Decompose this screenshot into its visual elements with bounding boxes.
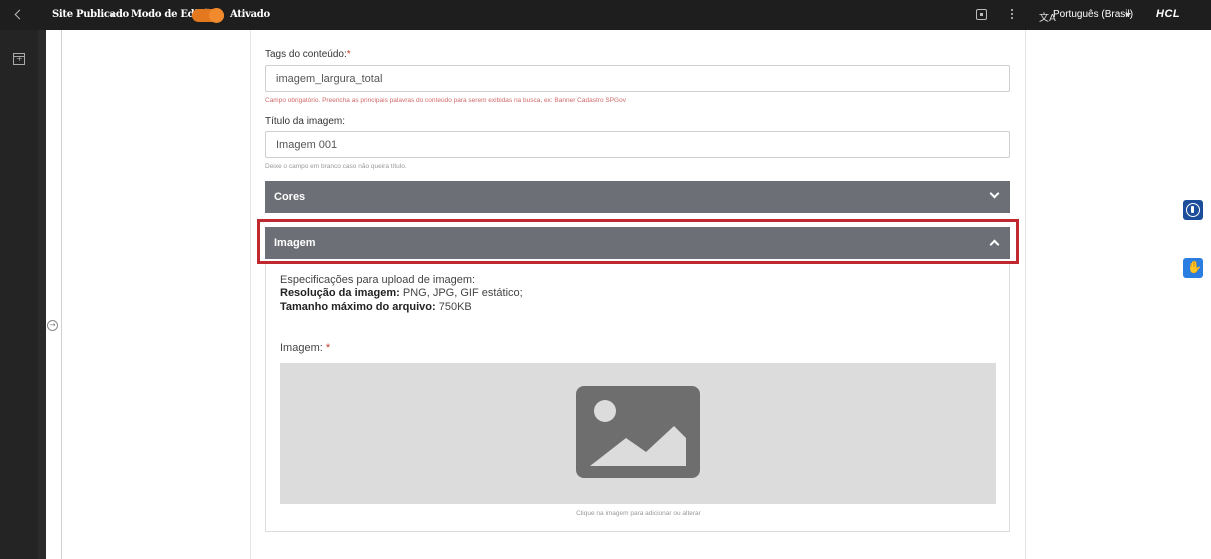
image-panel: Especificações para upload de imagem: Re… (265, 264, 1010, 532)
image-title-label: Título da imagem: (265, 116, 346, 127)
upload-hint: Clique na imagem para adicionar ou alter… (576, 510, 701, 517)
edit-mode-state: Ativado (230, 9, 270, 20)
more-options-icon[interactable] (1010, 8, 1014, 22)
chevron-down-icon[interactable] (110, 13, 116, 17)
tags-input[interactable]: imagem_largura_total (265, 65, 1010, 92)
image-placeholder-icon (576, 386, 700, 478)
left-sidebar (0, 30, 38, 559)
side-gutter: → (38, 30, 62, 559)
spec-intro: Especificações para upload de imagem: (280, 274, 476, 286)
image-title-help: Deixe o campo em branco caso não queira … (265, 163, 407, 170)
image-upload-area[interactable] (280, 363, 996, 504)
calendar-icon[interactable] (976, 9, 987, 20)
tags-label: Tags do conteúdo:* (265, 49, 351, 60)
top-toolbar: Site Publicado Modo de Edição: Ativado 文… (0, 0, 1211, 30)
add-page-icon[interactable] (13, 53, 25, 65)
back-icon[interactable] (12, 8, 26, 22)
gutter-divider (38, 30, 46, 559)
accordion-colors[interactable]: Cores (265, 181, 1010, 213)
image-title-value: Imagem 001 (276, 139, 338, 151)
tags-help: Campo obrigatório. Preencha as principai… (265, 97, 626, 104)
arrow-right-circle-icon[interactable]: → (47, 320, 58, 331)
spec-max-size: Tamanho máximo do arquivo: 750KB (280, 301, 472, 313)
tags-value: imagem_largura_total (276, 73, 383, 85)
content-form: Tags do conteúdo:* imagem_largura_total … (250, 30, 1026, 559)
spec-resolution: Resolução da imagem: PNG, JPG, GIF estát… (280, 287, 523, 299)
accordion-colors-label: Cores (274, 191, 306, 203)
chevron-down-icon[interactable] (1125, 13, 1131, 17)
language-selector[interactable]: Português (Brasil) (1053, 9, 1133, 20)
image-title-input[interactable]: Imagem 001 (265, 131, 1010, 158)
brand-logo: HCL (1156, 8, 1181, 20)
edit-mode-toggle[interactable] (192, 8, 224, 23)
accessibility-icon[interactable] (1183, 200, 1203, 220)
toggle-knob (209, 8, 224, 23)
sign-language-icon[interactable]: ✋ (1183, 258, 1203, 278)
highlight-box (257, 219, 1019, 264)
image-field-label: Imagem: * (280, 342, 331, 354)
site-status-dropdown[interactable]: Site Publicado (52, 9, 129, 20)
chevron-down-icon (989, 188, 1000, 199)
